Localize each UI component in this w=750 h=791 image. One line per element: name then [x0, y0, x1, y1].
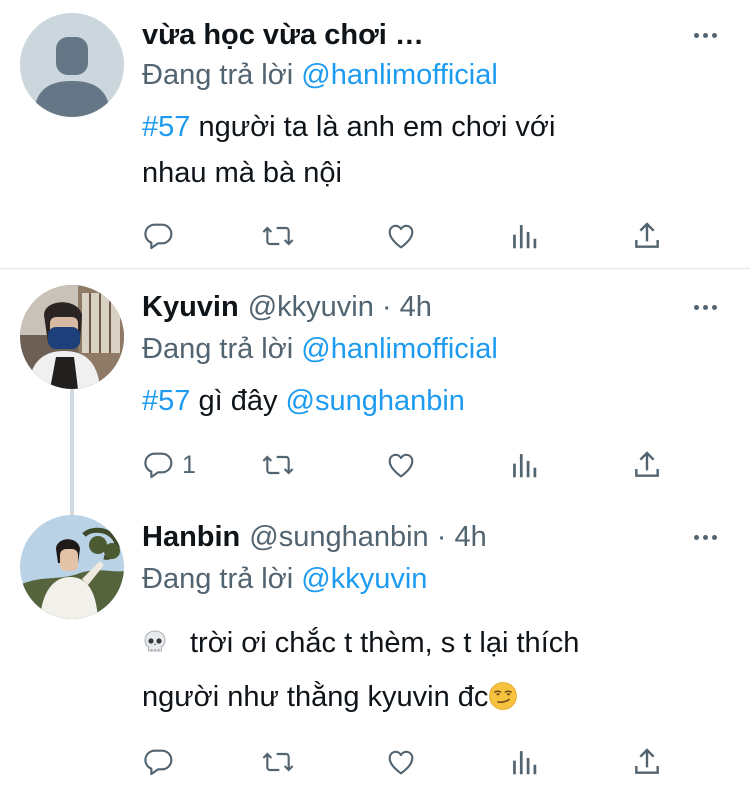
- retweet-icon: [262, 752, 294, 772]
- tweet-text: trời ơi chắc t thèm, s t lại thích người…: [142, 627, 580, 713]
- like-icon: [388, 453, 414, 478]
- display-name[interactable]: vừa học vừa chơi …: [142, 14, 424, 56]
- reply-icon: [144, 452, 173, 479]
- share-button[interactable]: [632, 216, 662, 256]
- reply-context: Đang trả lời @hanlimofficial: [142, 333, 498, 365]
- tweet-header: vừa học vừa chơi …: [142, 14, 722, 56]
- tweet-actions: 1: [142, 445, 702, 485]
- default-avatar[interactable]: [20, 13, 124, 117]
- analytics-icon: [513, 225, 537, 249]
- reply-count: 1: [182, 450, 196, 479]
- more-icon[interactable]: [688, 290, 722, 324]
- mention-link[interactable]: @sunghanbin: [286, 385, 465, 417]
- reply-button[interactable]: [142, 216, 182, 256]
- reply-to-mention[interactable]: @hanlimofficial: [301, 59, 498, 91]
- reply-to-mention[interactable]: @hanlimofficial: [301, 333, 498, 365]
- retweet-button[interactable]: [260, 445, 296, 485]
- reply-icon: [144, 749, 173, 776]
- display-name[interactable]: Kyuvin: [142, 286, 239, 328]
- reply-button[interactable]: 1: [142, 445, 196, 485]
- kyuvin-avatar[interactable]: [20, 285, 124, 389]
- reply-context: Đang trả lời @kkyuvin: [142, 563, 428, 595]
- hashtag-link[interactable]: #57: [142, 385, 190, 417]
- like-button[interactable]: [385, 445, 417, 485]
- tweet-text: #57 người ta là anh em chơi với nhau mà …: [142, 111, 556, 189]
- share-icon: [635, 451, 659, 477]
- tweet-3[interactable]: Hanbin @sunghanbin · 4h Đang trả lời @kk…: [0, 499, 750, 791]
- more-icon[interactable]: [688, 520, 722, 554]
- tweet-2[interactable]: Kyuvin @kkyuvin · 4h Đang trả lời @hanli…: [0, 269, 750, 529]
- more-icon[interactable]: [688, 18, 722, 52]
- hashtag-link[interactable]: #57: [142, 111, 190, 143]
- display-name[interactable]: Hanbin: [142, 516, 240, 558]
- retweet-icon: [262, 455, 294, 475]
- like-button[interactable]: [385, 216, 417, 256]
- tweet-1[interactable]: vừa học vừa chơi … Đang trả lời @hanlimo…: [0, 0, 750, 268]
- handle-and-time[interactable]: @sunghanbin · 4h: [249, 516, 486, 558]
- retweet-icon: [262, 226, 294, 246]
- skull-emoji-icon: [144, 630, 166, 652]
- tweet-header: Kyuvin @kkyuvin · 4h: [142, 286, 722, 328]
- reply-button[interactable]: [142, 742, 182, 782]
- analytics-button[interactable]: [510, 445, 538, 485]
- retweet-button[interactable]: [260, 216, 296, 256]
- share-button[interactable]: [632, 742, 662, 782]
- like-button[interactable]: [385, 742, 417, 782]
- tweet-actions: [142, 216, 702, 256]
- analytics-icon: [513, 454, 537, 478]
- tweet-actions: [142, 742, 702, 782]
- share-icon: [635, 222, 659, 248]
- tweet-header: Hanbin @sunghanbin · 4h: [142, 516, 722, 558]
- analytics-button[interactable]: [510, 216, 538, 256]
- analytics-icon: [513, 751, 537, 775]
- reply-to-mention[interactable]: @kkyuvin: [301, 563, 427, 595]
- retweet-button[interactable]: [260, 742, 296, 782]
- tweet-text: #57 gì đây @sunghanbin: [142, 385, 465, 417]
- reply-context: Đang trả lời @hanlimofficial: [142, 59, 498, 91]
- share-button[interactable]: [632, 445, 662, 485]
- share-icon: [635, 748, 659, 774]
- hanbin-avatar[interactable]: [20, 515, 124, 619]
- like-icon: [388, 750, 414, 775]
- smirk-emoji-icon: [489, 682, 518, 710]
- handle-and-time[interactable]: @kkyuvin · 4h: [248, 286, 432, 328]
- analytics-button[interactable]: [510, 742, 538, 782]
- reply-icon: [144, 223, 173, 250]
- like-icon: [388, 224, 414, 249]
